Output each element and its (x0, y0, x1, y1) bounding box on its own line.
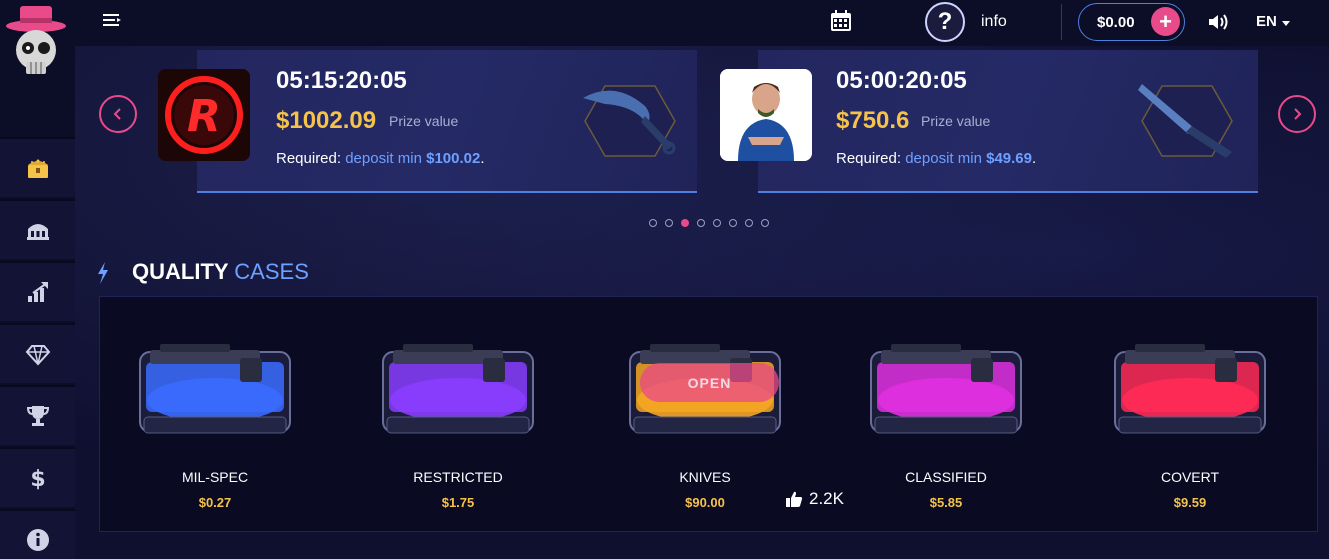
svg-text:R: R (187, 91, 221, 142)
carousel-dot[interactable] (697, 219, 705, 227)
case-price: $5.85 (929, 495, 963, 510)
prize-label: Prize value (921, 113, 991, 129)
case-card[interactable]: RESTRICTED $1.75 (363, 312, 553, 522)
sidebar: $ (0, 0, 75, 559)
karambit-knife-icon (583, 85, 676, 157)
weapon-case-icon (139, 344, 291, 434)
likes-counter[interactable]: 2.2K (785, 489, 844, 509)
giveaway-avatar: R (158, 69, 250, 161)
sidebar-item-info[interactable] (0, 509, 75, 559)
case-card[interactable]: CLASSIFIED $5.85 (851, 312, 1041, 522)
giveaway-requirement: Required: deposit min $100.02. (276, 150, 485, 167)
weapon-case-icon (1114, 344, 1266, 434)
carousel-dots (649, 219, 769, 227)
carousel-dot[interactable] (729, 219, 737, 227)
arena-icon (26, 224, 49, 240)
sound-icon[interactable] (1207, 12, 1229, 32)
case-price: $0.27 (198, 495, 232, 510)
sidebar-item-battles[interactable] (0, 199, 75, 259)
balance-display[interactable]: $0.00 + (1078, 3, 1185, 41)
language-selector[interactable]: EN (1256, 13, 1277, 30)
carousel-dot[interactable] (761, 219, 769, 227)
chevron-left-icon (113, 108, 121, 120)
chevron-right-icon (1294, 108, 1302, 120)
required-suffix: . (1032, 150, 1037, 167)
carousel-dot[interactable] (681, 219, 689, 227)
help-button[interactable]: ? (925, 2, 965, 42)
chart-up-icon (27, 282, 48, 302)
section-title: QUALITY CASES (132, 259, 309, 285)
user-avatar-man-icon (720, 69, 812, 161)
diamond-icon (25, 345, 50, 366)
weapon-case-icon (382, 344, 534, 434)
sidebar-item-cases[interactable] (0, 137, 75, 197)
case-card[interactable]: KNIVES $90.00 (610, 312, 800, 522)
dollar-icon: $ (30, 467, 45, 491)
carousel-prev-button[interactable] (99, 95, 137, 133)
balance-amount: $0.00 (1097, 13, 1135, 31)
giveaway-avatar (720, 69, 812, 161)
prize-value: $1002.09 (276, 107, 377, 134)
lightning-icon (98, 262, 108, 284)
carousel-dot[interactable] (649, 219, 657, 227)
giveaway-requirement: Required: deposit min $49.69. (836, 150, 1036, 167)
section-title-main: QUALITY (132, 259, 229, 284)
case-name: KNIVES (679, 469, 731, 485)
trophy-icon (26, 406, 49, 426)
user-avatar-r-icon: R (158, 69, 250, 161)
giveaway-timer: 05:00:20:05 (836, 67, 967, 94)
case-price: $9.59 (1173, 495, 1207, 510)
required-label: Required: (276, 150, 342, 167)
svg-text:$: $ (30, 467, 45, 491)
giveaway-timer: 05:15:20:05 (276, 67, 407, 94)
top-bar: ? info $0.00 + EN (75, 0, 1329, 46)
sidebar-item-upgrade[interactable] (0, 261, 75, 321)
topbar-divider (1061, 4, 1062, 40)
case-card[interactable]: MIL-SPEC $0.27 (120, 312, 310, 522)
sidebar-item-leaderboard[interactable] (0, 385, 75, 445)
required-amount: $49.69 (986, 150, 1032, 167)
add-funds-button[interactable]: + (1151, 7, 1180, 36)
case-card[interactable]: COVERT $9.59 (1095, 312, 1285, 522)
open-case-button[interactable]: OPEN (640, 363, 779, 402)
carousel-dot[interactable] (745, 219, 753, 227)
info-link[interactable]: info (981, 13, 1007, 31)
case-price: $1.75 (441, 495, 475, 510)
carousel-dot[interactable] (665, 219, 673, 227)
sidebar-item-deposit[interactable]: $ (0, 447, 75, 507)
weapon-case-icon (870, 344, 1022, 434)
menu-collapse-icon[interactable] (103, 12, 123, 30)
info-icon (26, 529, 49, 551)
thumbs-up-icon (786, 491, 803, 507)
required-amount: $100.02 (426, 150, 481, 167)
sidebar-item-vip[interactable] (0, 323, 75, 383)
carousel-dot[interactable] (713, 219, 721, 227)
calendar-icon[interactable] (830, 10, 852, 32)
case-name: CLASSIFIED (905, 469, 987, 485)
treasure-chest-icon (27, 159, 48, 178)
prize-label: Prize value (389, 113, 459, 129)
skull-logo-icon[interactable] (4, 4, 68, 78)
prize-value: $750.6 (836, 107, 910, 134)
case-price: $90.00 (685, 495, 725, 510)
case-name: RESTRICTED (413, 469, 503, 485)
case-name: COVERT (1160, 469, 1220, 485)
likes-count: 2.2K (809, 489, 844, 508)
bayonet-knife-icon (1138, 84, 1233, 158)
required-label: Required: (836, 150, 902, 167)
required-suffix: . (480, 150, 485, 167)
case-name: MIL-SPEC (181, 469, 249, 485)
chevron-down-icon[interactable] (1282, 21, 1290, 26)
deposit-link[interactable]: deposit min (905, 150, 982, 167)
carousel-next-button[interactable] (1278, 95, 1316, 133)
deposit-link[interactable]: deposit min (345, 150, 422, 167)
section-title-accent: CASES (234, 259, 309, 284)
